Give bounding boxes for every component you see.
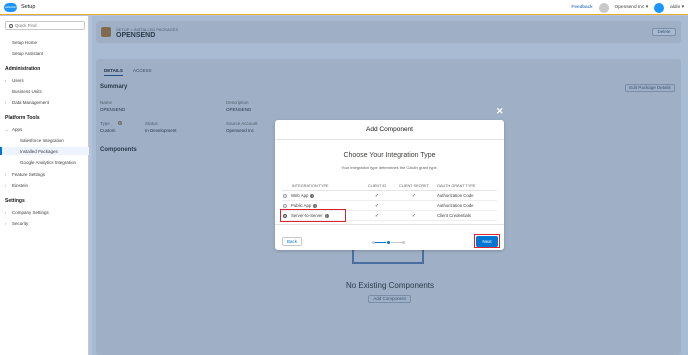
sidebar-item-salesforce-integration[interactable]: Salesforce Integration <box>20 138 64 143</box>
global-header: salesforce Setup Feedback Opensend Inc ▾… <box>0 0 688 15</box>
page-title: OPENSEND <box>116 32 156 39</box>
section-administration: Administration <box>5 66 41 72</box>
sidebar-item-security[interactable]: Security <box>12 221 28 226</box>
info-icon[interactable]: i <box>313 203 318 208</box>
field-value-status: In Development <box>145 128 177 133</box>
logo-text: salesforce <box>5 4 19 9</box>
client-id-check-icon: ✓ <box>362 200 392 211</box>
sidebar-item-data-management[interactable]: Data Management <box>12 100 49 105</box>
client-secret-check-icon: ✓ <box>392 210 436 221</box>
table-header-row: INTEGRATION TYPE CLIENT ID CLIENT SECRET… <box>282 182 497 191</box>
chevron-right-icon[interactable]: › <box>5 172 6 177</box>
sidebar-item-setup-home[interactable]: Setup Home <box>12 40 37 45</box>
info-icon[interactable]: i <box>310 193 315 198</box>
user-menu[interactable]: aldin ▾ <box>670 5 684 10</box>
highlight-next-button <box>474 234 500 248</box>
section-platform-tools: Platform Tools <box>5 115 40 121</box>
modal-description: Your integration type determines the OAu… <box>341 165 438 170</box>
quick-find-input[interactable]: Quick Find <box>5 21 85 30</box>
sidebar-item-feature-settings[interactable]: Feature Settings <box>12 172 45 177</box>
progress-step-1 <box>372 240 375 244</box>
progress-step-3 <box>402 240 405 244</box>
components-title: Components <box>100 147 137 153</box>
field-value-source-account: Opensend Inc <box>226 128 255 133</box>
sidebar-item-company-settings[interactable]: Company Settings <box>12 210 49 215</box>
col-client-secret: CLIENT SECRET <box>392 182 436 191</box>
row-grant: Authorization Code <box>436 190 497 201</box>
tab-access[interactable]: ACCESS <box>133 68 152 73</box>
client-id-check-icon: ✓ <box>362 190 392 201</box>
field-label-source-account: Source Account <box>226 121 258 126</box>
close-icon[interactable]: ✕ <box>496 106 504 117</box>
row-name: Public App <box>291 203 312 208</box>
sidebar-item-installed-packages[interactable]: Installed Packages <box>20 149 58 154</box>
row-grant: Authorization Code <box>436 200 497 211</box>
chevron-right-icon[interactable]: › <box>5 210 6 215</box>
empty-state-illustration <box>352 250 424 264</box>
org-switcher[interactable]: Opensend Inc ▾ <box>615 5 649 10</box>
add-component-modal: Add Component Choose Your Integration Ty… <box>275 120 504 250</box>
feedback-link[interactable]: Feedback <box>571 5 592 10</box>
sidebar-item-einstein[interactable]: Einstein <box>12 183 28 188</box>
page-header <box>96 21 681 43</box>
field-label-description: Description <box>226 100 249 105</box>
sidebar-item-setup-assistant[interactable]: Setup Assistant <box>12 51 43 56</box>
client-id-check-icon: ✓ <box>362 210 392 221</box>
col-oauth-grant-type: OAUTH GRANT TYPE <box>436 182 497 191</box>
add-component-button-bg[interactable]: Add Component <box>368 295 411 303</box>
sidebar-item-users[interactable]: Users <box>12 78 24 83</box>
col-integration-type: INTEGRATION TYPE <box>282 182 362 191</box>
client-secret-cell <box>392 200 436 211</box>
sidebar-item-google-analytics[interactable]: Google Analytics Integration <box>20 160 76 165</box>
modal-title: Add Component <box>275 120 504 140</box>
sidebar-item-apps[interactable]: Apps <box>12 127 22 132</box>
user-avatar-icon[interactable] <box>654 2 665 13</box>
radio-web-app[interactable] <box>283 193 287 198</box>
search-icon <box>9 23 13 28</box>
progress-step-2 <box>386 239 391 245</box>
modal-subtitle: Choose Your Integration Type <box>343 152 436 159</box>
field-label-type: Type <box>100 121 110 126</box>
chevron-right-icon[interactable]: › <box>5 78 6 83</box>
col-client-id: CLIENT ID <box>362 182 392 191</box>
chevron-down-icon[interactable]: ⌄ <box>5 127 8 132</box>
delete-button[interactable]: Delete <box>652 28 676 36</box>
client-secret-check-icon: ✓ <box>392 190 436 201</box>
field-value-description: OPENSEND <box>226 107 252 112</box>
row-grant: Client Credentials <box>436 210 497 221</box>
quick-find-placeholder: Quick Find <box>15 23 37 28</box>
back-button[interactable]: Back <box>282 237 302 246</box>
org-avatar[interactable] <box>598 2 609 13</box>
chevron-right-icon[interactable]: › <box>5 183 6 188</box>
empty-state-title: No Existing Components <box>345 281 435 290</box>
row-name: Web App <box>291 193 309 198</box>
radio-public-app[interactable] <box>283 203 287 208</box>
modal-footer-divider <box>275 224 504 225</box>
field-value-type: Custom <box>100 128 116 133</box>
edit-package-button[interactable]: Edit Package Details <box>625 84 675 92</box>
chevron-right-icon[interactable]: › <box>5 221 6 226</box>
chevron-right-icon[interactable]: › <box>5 100 6 105</box>
step-progress <box>372 239 405 245</box>
field-value-name: OPENSEND <box>100 107 126 112</box>
app-name[interactable]: Setup <box>21 4 35 10</box>
highlight-server-to-server <box>280 209 346 222</box>
salesforce-logo[interactable]: salesforce <box>4 2 19 12</box>
table-row[interactable]: Web App i ✓ ✓ Authorization Code <box>282 190 497 201</box>
field-label-name: Name <box>100 100 113 105</box>
tab-details[interactable]: DETAILS <box>104 68 123 76</box>
info-icon[interactable]: i <box>118 121 122 125</box>
field-label-status: Status <box>145 121 158 126</box>
summary-title: Summary <box>100 84 128 90</box>
sidebar-item-business-units[interactable]: Business Units <box>12 89 42 94</box>
section-settings: Settings <box>5 198 25 204</box>
package-icon <box>101 27 111 37</box>
